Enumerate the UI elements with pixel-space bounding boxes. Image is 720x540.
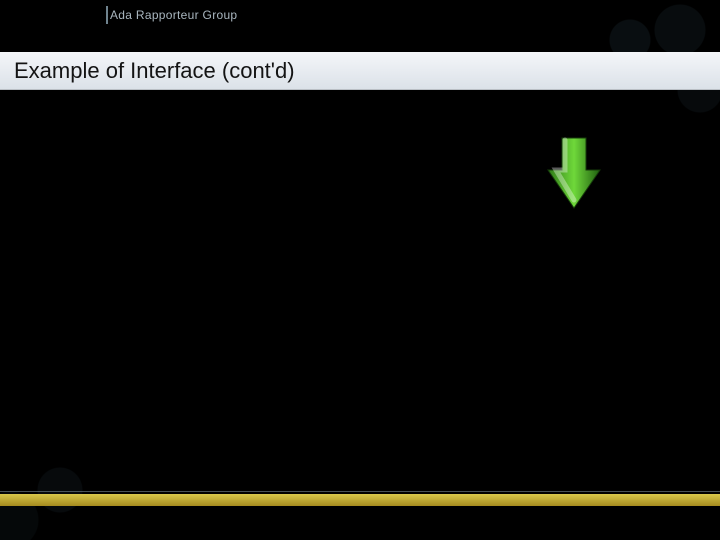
code-listing: with Observers; with Observed_Objects; w…: [88, 132, 700, 398]
diagram-top-labels: Observer Observed_Obj: [474, 106, 660, 123]
footer-separator: [0, 491, 720, 492]
header-rule: [106, 6, 108, 24]
slide-title: Example of Interface (cont'd): [14, 58, 295, 84]
title-bar: Example of Interface (cont'd): [0, 52, 720, 90]
label-observer: Observer: [474, 106, 536, 123]
content-area: Observer Observed_Obj Drawing3D View wit…: [88, 108, 700, 470]
footer-bar: [0, 494, 720, 506]
label-observed-obj: Observed_Obj: [563, 106, 660, 123]
label-view: View: [574, 220, 606, 237]
down-arrow-icon: [546, 136, 602, 215]
header-group-label: Ada Rapporteur Group: [110, 8, 237, 22]
